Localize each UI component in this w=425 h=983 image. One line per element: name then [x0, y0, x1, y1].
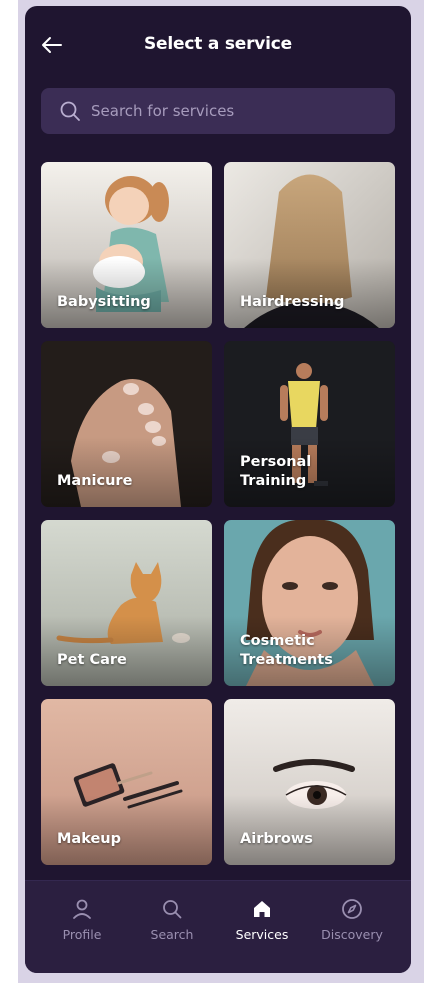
service-card-manicure[interactable]: Manicure: [41, 341, 212, 507]
service-label: Airbrows: [240, 831, 313, 847]
service-card-makeup[interactable]: Makeup: [41, 699, 212, 865]
nav-label: Services: [235, 927, 289, 942]
nav-label: Discovery: [321, 927, 383, 942]
home-icon: [254, 901, 270, 917]
service-card-personal-training[interactable]: Personal Training: [224, 341, 395, 507]
person-icon: [73, 899, 91, 919]
service-card-hairdressing[interactable]: Hairdressing: [224, 162, 395, 328]
nav-label: Profile: [62, 927, 102, 942]
search-icon: [163, 900, 182, 919]
service-label: Hairdressing: [240, 294, 345, 310]
service-card-cosmetic-treatments[interactable]: Cosmetic Treatments: [224, 520, 395, 686]
nav-item-profile[interactable]: Profile: [37, 897, 127, 942]
service-label: Cosmetic Treatments: [240, 633, 333, 668]
compass-icon: [342, 899, 362, 919]
nav-label: Search: [150, 927, 194, 942]
service-label: Personal Training: [240, 454, 312, 489]
search-bar[interactable]: [41, 88, 395, 134]
nav-item-discovery[interactable]: Discovery: [307, 897, 397, 942]
service-card-pet-care[interactable]: Pet Care: [41, 520, 212, 686]
nav-item-search[interactable]: Search: [127, 897, 217, 942]
search-icon: [60, 101, 80, 121]
service-label: Pet Care: [57, 652, 127, 668]
service-label: Manicure: [57, 473, 133, 489]
page-title: Select a service: [144, 34, 292, 54]
app-screen: Select a service Search for services Bab…: [25, 6, 411, 973]
service-label: Makeup: [57, 831, 122, 847]
service-card-airbrows[interactable]: Airbrows: [224, 699, 395, 865]
service-card-babysitting[interactable]: Babysitting: [41, 162, 212, 328]
nav-item-services[interactable]: Services: [217, 897, 307, 942]
service-label: Babysitting: [57, 294, 151, 310]
header: Select a service: [25, 6, 411, 86]
bottom-nav: Profile Search Services Discovery: [25, 880, 411, 973]
search-input[interactable]: [89, 101, 395, 121]
